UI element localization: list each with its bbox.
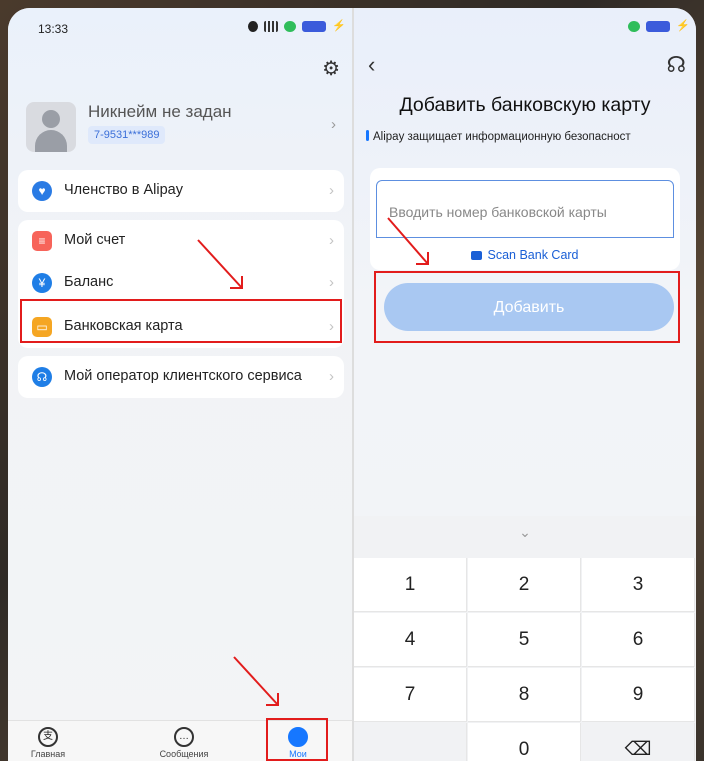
chevron-right-icon: › [329, 368, 334, 385]
account-icon: ≡ [32, 231, 52, 251]
highlight-bank-card [20, 299, 342, 343]
balance-icon: ¥ [32, 273, 52, 293]
menu-item-balance[interactable]: ¥ Баланс › [18, 262, 344, 304]
membership-icon: ♥ [32, 181, 52, 201]
key-7[interactable]: 7 [354, 668, 467, 722]
tab-label: Главная [30, 749, 66, 759]
status-icons: ⚡ [628, 20, 690, 32]
key-3[interactable]: 3 [582, 558, 695, 612]
numeric-keypad: ⌄ 1 2 3 4 5 6 7 8 9 0 ⌫ [354, 516, 696, 761]
status-bar: ⚡ [354, 8, 696, 48]
screenshot-frame: 13:33 ⚡ ⚙ Никнейм не задан 7-9531***989 … [8, 8, 696, 761]
headset-icon: ☊ [32, 367, 52, 387]
messages-icon: … [174, 727, 194, 747]
key-4[interactable]: 4 [354, 613, 467, 667]
page-title: Добавить банковскую карту [399, 94, 651, 116]
shield-icon [284, 21, 296, 32]
battery-icon [302, 21, 326, 32]
back-arrow-icon[interactable]: ‹ [368, 52, 375, 78]
menu-item-label: Мой счет [64, 232, 126, 248]
key-2[interactable]: 2 [468, 558, 581, 612]
profile-phone: 7-9531***989 [88, 126, 166, 144]
status-time: 13:33 [38, 22, 69, 36]
profile-screen: 13:33 ⚡ ⚙ Никнейм не задан 7-9531***989 … [8, 8, 352, 761]
headset-icon[interactable]: ☊ [666, 52, 686, 78]
annotation-arrow-icon [197, 239, 243, 289]
menu-item-membership[interactable]: ♥ Членство в Alipay › [18, 170, 344, 212]
chevron-down-icon[interactable]: ⌄ [354, 524, 696, 541]
battery-icon [646, 21, 670, 32]
shield-icon [628, 21, 640, 32]
settings-gear-icon[interactable]: ⚙ [322, 56, 340, 81]
highlight-add-button [374, 271, 680, 343]
key-9[interactable]: 9 [582, 668, 695, 722]
user-avatar-icon [26, 102, 76, 152]
chevron-right-icon: › [331, 116, 336, 133]
profile-nickname: Никнейм не задан [88, 102, 232, 121]
highlight-tab-mine [266, 718, 328, 761]
key-0[interactable]: 0 [468, 723, 581, 761]
annotation-arrow-icon [233, 656, 279, 706]
shield-icon [366, 130, 369, 141]
menu-item-label: Членство в Alipay [64, 182, 183, 198]
add-card-screen: ⚡ ‹ ☊ Добавить банковскую карту Alipay з… [354, 8, 696, 761]
profile-header[interactable]: Никнейм не задан 7-9531***989 › [26, 94, 344, 158]
tab-messages[interactable]: … Сообщения [144, 727, 224, 759]
security-note-text: Alipay защищает информационную безопасно… [373, 131, 631, 143]
key-blank [354, 723, 467, 761]
backspace-icon: ⌫ [624, 739, 652, 760]
key-1[interactable]: 1 [354, 558, 467, 612]
chevron-right-icon: › [329, 274, 334, 291]
menu-item-label: Баланс [64, 274, 114, 290]
status-icons: ⚡ [248, 20, 346, 32]
key-6[interactable]: 6 [582, 613, 695, 667]
menu-item-support[interactable]: ☊ Мой оператор клиентского сервиса › [18, 356, 344, 398]
annotation-arrow-icon [387, 217, 429, 265]
charging-icon: ⚡ [332, 20, 346, 32]
home-icon: 支 [38, 727, 58, 747]
menu-item-label: Мой оператор клиентского сервиса [64, 368, 302, 384]
support-card: ☊ Мой оператор клиентского сервиса › [18, 356, 344, 398]
key-5[interactable]: 5 [468, 613, 581, 667]
chevron-right-icon: › [329, 232, 334, 249]
menu-item-account[interactable]: ≡ Мой счет › [18, 220, 344, 262]
scan-label: Scan Bank Card [487, 248, 579, 262]
signal-icon [264, 21, 278, 32]
charging-icon: ⚡ [676, 20, 690, 32]
membership-card: ♥ Членство в Alipay › [18, 170, 344, 212]
chevron-right-icon: › [329, 182, 334, 199]
backspace-key[interactable]: ⌫ [582, 723, 695, 761]
camera-icon [471, 251, 483, 260]
security-note: Alipay защищает информационную безопасно… [366, 130, 631, 143]
alarm-icon [248, 21, 258, 32]
tab-home[interactable]: 支 Главная [8, 727, 88, 759]
tab-label: Сообщения [159, 749, 209, 759]
status-bar: 13:33 ⚡ [8, 8, 352, 48]
key-8[interactable]: 8 [468, 668, 581, 722]
